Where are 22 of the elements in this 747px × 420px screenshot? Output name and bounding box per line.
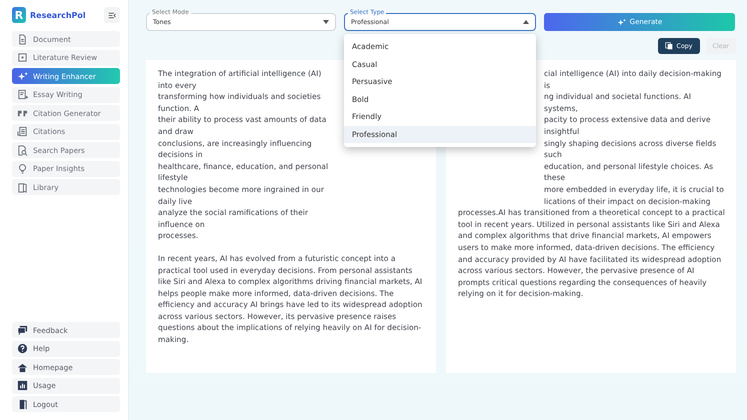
input-text-area[interactable] (146, 60, 436, 373)
note-icon (17, 89, 28, 100)
sparkle-icon (616, 18, 626, 26)
menu-icon (108, 10, 116, 20)
list-icon (17, 126, 28, 137)
book-icon (17, 182, 28, 192)
home-icon (17, 362, 28, 372)
logo: R (12, 7, 26, 23)
copy-icon (664, 42, 673, 50)
sparkle-icon (17, 70, 28, 82)
caret-icon (323, 20, 329, 24)
door-icon (17, 398, 28, 410)
search-icon (17, 144, 28, 156)
lightbulb-icon (17, 163, 28, 174)
help-icon (17, 343, 28, 354)
square-icon (17, 52, 28, 63)
caret-icon (523, 20, 529, 24)
brand-name: ResearchPol (30, 10, 87, 20)
document-icon (17, 34, 28, 44)
menu-button[interactable] (104, 7, 120, 23)
chart-icon (17, 380, 28, 391)
chat-icon (17, 324, 28, 336)
